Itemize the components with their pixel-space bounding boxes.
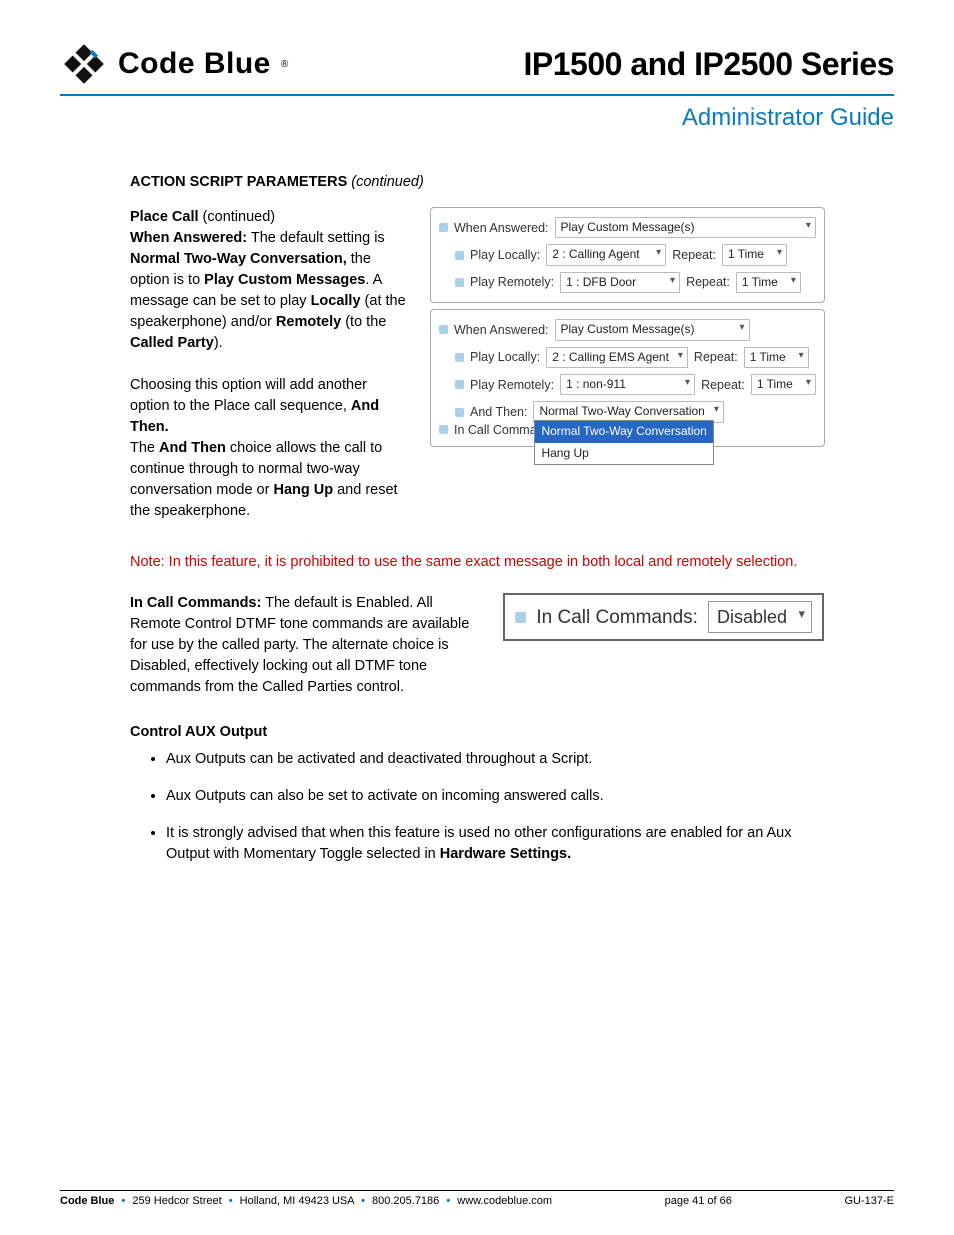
para-and-then-desc: The And Then choice allows the call to c… [130,438,410,522]
dot-icon: • [361,1195,365,1207]
in-call-commands-bold: In Call Commands: [130,595,261,611]
footer: Code Blue • 259 Hedcor Street • Holland,… [60,1190,894,1207]
aux-heading: Control AUX Output [130,724,267,740]
in-call-commands-para: In Call Commands: The default is Enabled… [130,593,473,698]
list-item: It is strongly advised that when this fe… [166,823,824,865]
when-answered-label: When Answered: [454,219,549,237]
repeat-select[interactable]: 1 Time [751,374,816,395]
footer-phone: 800.205.7186 [372,1195,439,1207]
play-remotely-label: Play Remotely: [470,376,554,394]
repeat-select[interactable]: 1 Time [722,244,787,265]
in-call-commands-figure: In Call Commands: Disabled [503,593,824,641]
dot-icon: • [229,1195,233,1207]
t: Normal Two-Way Conversation, [130,251,347,267]
footer-site: www.codeblue.com [457,1195,552,1207]
dropdown-option-normal[interactable]: Normal Two-Way Conversation [535,421,712,442]
t: Choosing this option will add another op… [130,377,367,414]
dropdown-option-hangup[interactable]: Hang Up [535,443,712,464]
repeat-label: Repeat: [701,376,745,394]
place-call-para: Place Call (continued) When Answered: Th… [130,207,410,354]
when-answered-bold: When Answered: [130,230,247,246]
t: Called Party [130,335,214,351]
logo-block: Code Blue ® [60,40,288,88]
t: ). [214,335,223,351]
play-remotely-select[interactable]: 1 : non-911 [560,374,695,395]
when-answered-select[interactable]: Play Custom Message(s) [555,217,816,238]
bullet-icon [455,278,464,287]
t: The default setting is [247,230,385,246]
play-locally-label: Play Locally: [470,348,540,366]
bullet-icon [515,612,526,623]
in-call-truncated-label: In Call Comman [454,421,544,439]
in-call-commands-label: In Call Commands: [536,604,698,632]
t: And Then [159,440,226,456]
bullet-icon [439,325,448,334]
dot-icon: • [121,1195,125,1207]
registered-mark-icon: ® [281,59,288,70]
and-then-value: Normal Two-Way Conversation [539,404,704,418]
play-locally-select[interactable]: 2 : Calling Agent [546,244,666,265]
bullet-icon [439,425,448,434]
footer-brand: Code Blue [60,1195,114,1207]
play-locally-label: Play Locally: [470,246,540,264]
repeat-select[interactable]: 1 Time [744,347,809,368]
logo-icon [60,40,108,88]
when-answered-select[interactable]: Play Custom Message(s) [555,319,750,340]
t: Locally [311,293,361,309]
bullet-icon [455,251,464,260]
t: Play Custom Messages [204,272,365,288]
repeat-label: Repeat: [694,348,738,366]
config-panel-2: When Answered: Play Custom Message(s) Pl… [430,309,825,447]
t: Hardware Settings. [440,846,571,862]
footer-docid: GU-137-E [844,1195,894,1207]
repeat-label: Repeat: [686,273,730,291]
list-item: Aux Outputs can be activated and deactiv… [166,749,824,770]
t: (to the [341,314,386,330]
doc-subtitle: Administrator Guide [60,104,894,132]
and-then-select[interactable]: Normal Two-Way Conversation Normal Two-W… [533,401,723,422]
brand-text: Code Blue [118,47,271,81]
bullet-icon [455,380,464,389]
list-item: Aux Outputs can also be set to activate … [166,786,824,807]
place-call-label: Place Call [130,209,199,225]
and-then-dropdown-list: Normal Two-Way Conversation Hang Up [534,420,713,465]
play-locally-select[interactable]: 2 : Calling EMS Agent [546,347,688,368]
when-answered-label: When Answered: [454,321,549,339]
footer-addr2: Holland, MI 49423 USA [240,1195,354,1207]
place-call-cont: (continued) [203,209,276,225]
config-panel-1: When Answered: Play Custom Message(s) Pl… [430,207,825,303]
repeat-label: Repeat: [672,246,716,264]
bullet-icon [455,408,464,417]
section-heading: ACTION SCRIPT PARAMETERS (continued) [130,172,824,193]
section-heading-text: ACTION SCRIPT PARAMETERS [130,174,347,190]
para-and-then-intro: Choosing this option will add another op… [130,375,410,438]
footer-left: Code Blue • 259 Hedcor Street • Holland,… [60,1195,552,1207]
aux-list: Aux Outputs can be activated and deactiv… [130,749,824,865]
dot-icon: • [446,1195,450,1207]
footer-page: page 41 of 66 [665,1195,732,1207]
play-remotely-label: Play Remotely: [470,273,554,291]
in-call-commands-select[interactable]: Disabled [708,601,812,633]
bullet-icon [439,223,448,232]
doc-title: IP1500 and IP2500 Series [524,46,894,83]
t: The [130,440,159,456]
bullet-icon [455,353,464,362]
section-continued: (continued) [351,174,424,190]
footer-addr1: 259 Hedcor Street [132,1195,221,1207]
play-remotely-select[interactable]: 1 : DFB Door [560,272,680,293]
note-warning: Note: In this feature, it is prohibited … [130,552,824,573]
t: Remotely [276,314,341,330]
t: Hang Up [273,482,333,498]
repeat-select[interactable]: 1 Time [736,272,801,293]
header: Code Blue ® IP1500 and IP2500 Series [60,40,894,96]
